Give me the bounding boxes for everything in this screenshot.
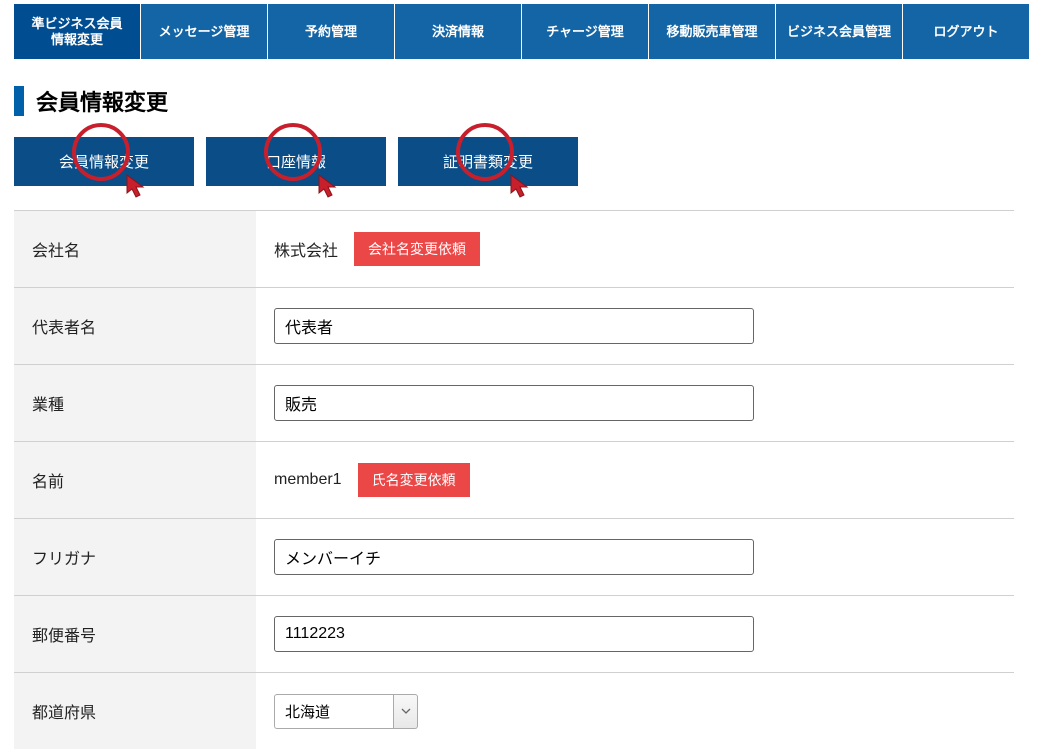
representative-name-input[interactable] — [274, 308, 754, 344]
company-name-text: 株式会社 — [274, 237, 338, 261]
prefecture-select-value: 北海道 — [274, 694, 394, 729]
form-label: 代表者名 — [14, 288, 256, 364]
nav-item-reservation-mgmt[interactable]: 予約管理 — [268, 4, 395, 59]
form-value-cell: 北海道 — [256, 673, 1014, 749]
name-change-request-button[interactable]: 氏名変更依頼 — [358, 463, 470, 497]
form-value-cell: member1 氏名変更依頼 — [256, 442, 1014, 518]
member-name-text: member1 — [274, 471, 342, 489]
nav-item-charge-mgmt[interactable]: チャージ管理 — [522, 4, 649, 59]
annotation-cursor-icon — [124, 173, 150, 207]
chevron-down-icon — [394, 694, 418, 729]
form-row-company: 会社名 株式会社 会社名変更依頼 — [14, 210, 1014, 287]
tab-account-info[interactable]: 口座情報 — [206, 137, 386, 186]
form-label: 郵便番号 — [14, 596, 256, 672]
annotation-circle-icon — [264, 123, 322, 181]
form-value-cell: 株式会社 会社名変更依頼 — [256, 211, 1014, 287]
nav-item-logout[interactable]: ログアウト — [903, 4, 1030, 59]
top-navigation: 準ビジネス会員 情報変更 メッセージ管理 予約管理 決済情報 チャージ管理 移動… — [0, 0, 1042, 59]
page-title: 会員情報変更 — [36, 85, 168, 117]
form-value-cell — [256, 596, 1014, 672]
form-value-cell — [256, 365, 1014, 441]
sub-tabs: 会員情報変更 口座情報 証明書類変更 — [14, 137, 1042, 186]
form-row-representative: 代表者名 — [14, 287, 1014, 364]
nav-item-vehicle-mgmt[interactable]: 移動販売車管理 — [649, 4, 776, 59]
nav-item-message-mgmt[interactable]: メッセージ管理 — [141, 4, 268, 59]
form-row-industry: 業種 — [14, 364, 1014, 441]
postal-code-input[interactable] — [274, 616, 754, 652]
annotation-circle-icon — [456, 123, 514, 181]
nav-item-member-info[interactable]: 準ビジネス会員 情報変更 — [14, 4, 141, 59]
form-label: フリガナ — [14, 519, 256, 595]
form-row-postal: 郵便番号 — [14, 595, 1014, 672]
nav-item-business-member-mgmt[interactable]: ビジネス会員管理 — [776, 4, 903, 59]
form-row-furigana: フリガナ — [14, 518, 1014, 595]
tab-document-change[interactable]: 証明書類変更 — [398, 137, 578, 186]
annotation-cursor-icon — [316, 173, 342, 207]
company-name-change-request-button[interactable]: 会社名変更依頼 — [354, 232, 480, 266]
member-info-form: 会社名 株式会社 会社名変更依頼 代表者名 業種 名前 member1 氏名変更… — [14, 210, 1014, 749]
form-row-prefecture: 都道府県 北海道 — [14, 672, 1014, 749]
form-label: 名前 — [14, 442, 256, 518]
form-label: 業種 — [14, 365, 256, 441]
tab-member-info[interactable]: 会員情報変更 — [14, 137, 194, 186]
form-label: 都道府県 — [14, 673, 256, 749]
tab-label: 口座情報 — [266, 154, 326, 171]
nav-item-payment-info[interactable]: 決済情報 — [395, 4, 522, 59]
tab-label: 証明書類変更 — [443, 154, 533, 171]
tab-label: 会員情報変更 — [59, 154, 149, 171]
form-value-cell — [256, 288, 1014, 364]
form-value-cell — [256, 519, 1014, 595]
form-row-name: 名前 member1 氏名変更依頼 — [14, 441, 1014, 518]
title-accent-bar — [14, 86, 24, 116]
furigana-input[interactable] — [274, 539, 754, 575]
annotation-circle-icon — [72, 123, 130, 181]
industry-input[interactable] — [274, 385, 754, 421]
form-label: 会社名 — [14, 211, 256, 287]
page-title-bar: 会員情報変更 — [14, 85, 1042, 117]
annotation-cursor-icon — [508, 173, 534, 207]
prefecture-select[interactable]: 北海道 — [274, 694, 418, 729]
